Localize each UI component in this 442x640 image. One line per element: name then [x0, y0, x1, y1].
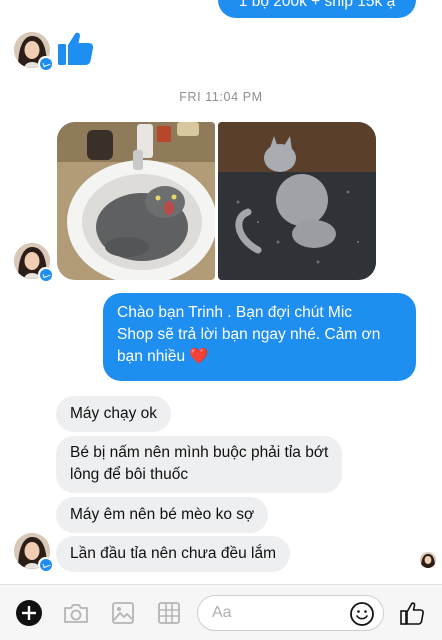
- camera-icon[interactable]: [60, 597, 92, 629]
- message-line: bạn nhiều ❤️: [117, 348, 209, 365]
- messenger-badge-icon: [38, 56, 53, 71]
- composer-bar: [0, 584, 442, 640]
- outgoing-message-partial[interactable]: 1 bộ 200k + ship 15k ạ: [218, 0, 416, 18]
- message-line: Bé bị nấm nên mình buộc phải tỉa bớt: [70, 444, 329, 461]
- messenger-badge-icon: [38, 557, 53, 572]
- photo-cat-in-sink[interactable]: [57, 122, 215, 280]
- seen-indicator-avatar: [420, 552, 436, 568]
- emoji-icon[interactable]: [349, 601, 375, 627]
- received-like-thumbs-up-icon[interactable]: [56, 28, 96, 68]
- avatar[interactable]: [14, 32, 53, 71]
- avatar[interactable]: [14, 243, 53, 282]
- timestamp: FRI 11:04 PM: [179, 90, 263, 104]
- message-input-container[interactable]: [197, 595, 384, 631]
- message-line: Lần đầu tỉa nên chưa đều lắm: [70, 545, 276, 562]
- plus-circle-icon[interactable]: [13, 597, 45, 629]
- incoming-message[interactable]: Bé bị nấm nên mình buộc phải tỉa bớt lôn…: [56, 436, 343, 493]
- thumbs-up-icon[interactable]: [396, 597, 428, 629]
- incoming-message[interactable]: Máy êm nên bé mèo ko sợ: [56, 497, 269, 533]
- gif-grid-icon[interactable]: [153, 597, 185, 629]
- message-line: Máy êm nên bé mèo ko sợ: [70, 506, 255, 523]
- photo-trimmed-cat[interactable]: [218, 122, 376, 280]
- message-line: lông để bôi thuốc: [70, 466, 189, 483]
- incoming-message[interactable]: Máy chạy ok: [56, 396, 172, 432]
- message-line: Chào bạn Trinh . Bạn đợi chút Mic: [117, 304, 353, 321]
- message-line: Shop sẽ trả lời bạn ngay nhé. Cảm ơn: [117, 326, 381, 343]
- avatar[interactable]: [14, 533, 53, 572]
- messenger-badge-icon: [38, 267, 53, 282]
- image-icon[interactable]: [107, 597, 139, 629]
- incoming-message[interactable]: Lần đầu tỉa nên chưa đều lắm: [56, 536, 290, 572]
- message-input[interactable]: [212, 604, 332, 622]
- message-text: 1 bộ 200k + ship 15k ạ: [238, 0, 396, 10]
- outgoing-message[interactable]: Chào bạn Trinh . Bạn đợi chút Mic Shop s…: [103, 293, 416, 381]
- message-line: Máy chạy ok: [70, 405, 158, 422]
